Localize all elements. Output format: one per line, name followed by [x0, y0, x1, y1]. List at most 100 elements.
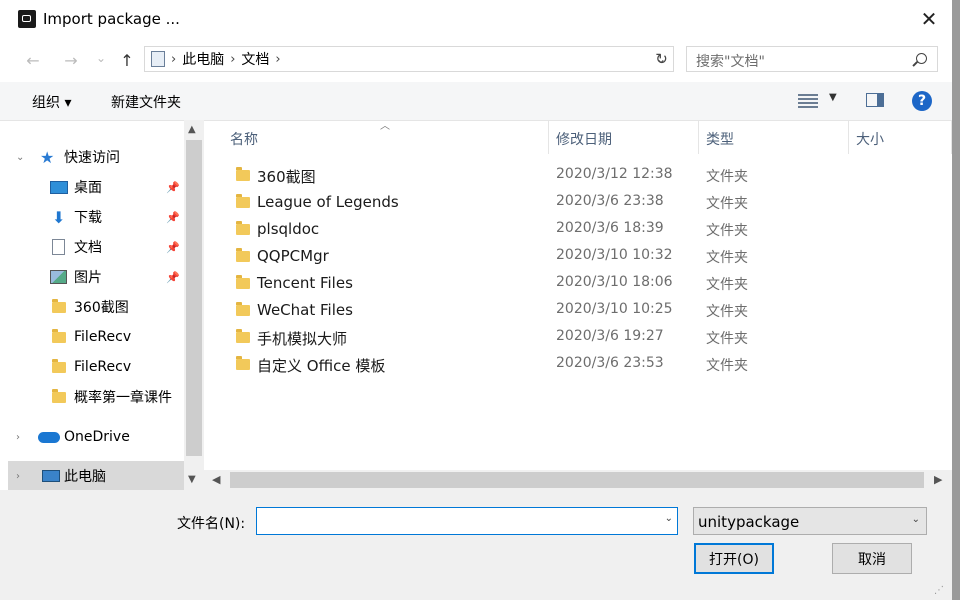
file-type: 文件夹: [706, 304, 748, 320]
folder-icon: [52, 299, 66, 313]
preview-pane-icon[interactable]: [866, 93, 884, 107]
title-bar: Import package ... ✕: [0, 0, 952, 38]
folder-icon: [236, 356, 250, 370]
cloud-icon: [38, 431, 60, 443]
new-folder-button[interactable]: 新建文件夹: [111, 92, 181, 112]
file-date: 2020/3/10 18:06: [556, 274, 673, 290]
search-input[interactable]: 搜索"文档": [686, 46, 938, 72]
sidebar-item-onedrive[interactable]: › OneDrive: [8, 422, 184, 452]
sidebar-item-desktop[interactable]: 桌面 📌: [8, 172, 184, 202]
column-header-type[interactable]: 类型: [699, 120, 849, 154]
sidebar-item-label: FileRecv: [74, 359, 132, 375]
file-list: ︿ 名称 修改日期 类型 大小 360截图 2020/3/12 12:38 文件…: [204, 120, 952, 470]
column-header-date[interactable]: 修改日期: [549, 120, 699, 154]
sidebar-item-downloads[interactable]: ⬇ 下载 📌: [8, 202, 184, 232]
column-header-name[interactable]: ︿ 名称: [204, 120, 549, 154]
chevron-right-icon: ›: [171, 51, 177, 67]
pin-icon: 📌: [166, 210, 180, 224]
scroll-left-icon[interactable]: ◀: [212, 473, 220, 486]
sidebar-item-pictures[interactable]: 图片 📌: [8, 262, 184, 292]
sidebar-scrollbar[interactable]: ▲ ▼: [184, 120, 204, 490]
picture-icon: [50, 270, 67, 284]
up-arrow-icon[interactable]: ↑: [114, 48, 140, 72]
filetype-select[interactable]: unitypackage ⌄: [693, 507, 927, 535]
address-bar[interactable]: › 此电脑 › 文档 › ⌄: [144, 46, 674, 72]
chevron-down-icon[interactable]: ⌄: [912, 514, 920, 525]
table-row[interactable]: plsqldoc 2020/3/6 18:39 文件夹: [226, 216, 926, 243]
breadcrumb-documents[interactable]: 文档: [241, 49, 269, 69]
sidebar-item-360-screenshots[interactable]: 360截图: [8, 292, 184, 322]
folder-icon: [236, 194, 250, 208]
chevron-down-icon[interactable]: ⌄: [16, 152, 24, 163]
sidebar-item-quick-access[interactable]: ⌄ ★ 快速访问: [8, 142, 184, 172]
chevron-right-icon[interactable]: ›: [16, 432, 20, 443]
scroll-up-icon[interactable]: ▲: [188, 124, 196, 135]
recent-locations-icon[interactable]: ⌄: [88, 46, 114, 70]
scrollbar-thumb[interactable]: [186, 140, 202, 456]
star-icon: ★: [40, 147, 55, 167]
organize-button[interactable]: 组织 ▾: [32, 92, 71, 112]
pin-icon: 📌: [166, 180, 180, 194]
open-button[interactable]: 打开(O): [694, 543, 774, 574]
sidebar-item-filerecv-2[interactable]: FileRecv: [8, 352, 184, 382]
sidebar-item-label: 快速访问: [64, 150, 120, 166]
file-date: 2020/3/6 23:53: [556, 355, 664, 371]
folder-icon: [236, 221, 250, 235]
filename-input[interactable]: ⌄: [256, 507, 678, 535]
table-row[interactable]: QQPCMgr 2020/3/10 10:32 文件夹: [226, 243, 926, 270]
back-arrow-icon[interactable]: ←: [20, 48, 46, 72]
sidebar-item-this-pc[interactable]: › 此电脑: [8, 461, 184, 490]
scroll-down-icon[interactable]: ▼: [188, 474, 196, 485]
view-options-icon[interactable]: [798, 94, 818, 108]
dialog-footer: 文件名(N): ⌄ unitypackage ⌄ 打开(O) 取消 ⋰: [0, 490, 952, 600]
sidebar-item-label: 360截图: [74, 300, 129, 316]
sidebar-item-filerecv[interactable]: FileRecv: [8, 322, 184, 352]
file-name: 360截图: [257, 168, 316, 186]
sidebar-item-documents[interactable]: 文档 📌: [8, 232, 184, 262]
help-icon[interactable]: ?: [912, 91, 932, 111]
folder-icon: [236, 248, 250, 262]
sidebar-item-label: 图片: [74, 270, 102, 286]
table-row[interactable]: WeChat Files 2020/3/10 10:25 文件夹: [226, 297, 926, 324]
background-window: [952, 0, 960, 600]
table-row[interactable]: 自定义 Office 模板 2020/3/6 23:53 文件夹: [226, 351, 926, 378]
table-row[interactable]: Tencent Files 2020/3/10 18:06 文件夹: [226, 270, 926, 297]
horizontal-scrollbar[interactable]: ◀ ▶: [204, 470, 952, 490]
table-row[interactable]: 手机模拟大师 2020/3/6 19:27 文件夹: [226, 324, 926, 351]
refresh-button[interactable]: ↻: [650, 46, 674, 72]
breadcrumb-this-pc[interactable]: 此电脑: [182, 49, 224, 69]
file-date: 2020/3/12 12:38: [556, 166, 673, 182]
file-type: 文件夹: [706, 277, 748, 293]
column-header-size[interactable]: 大小: [849, 120, 952, 154]
resize-grip-icon[interactable]: ⋰: [934, 585, 944, 596]
file-type: 文件夹: [706, 196, 748, 212]
file-name: League of Legends: [257, 193, 399, 211]
view-dropdown-icon[interactable]: ▼: [829, 92, 837, 103]
search-placeholder: 搜索"文档": [696, 54, 765, 70]
chevron-down-icon[interactable]: ⌄: [665, 513, 673, 524]
filetype-value: unitypackage: [698, 513, 800, 531]
sidebar-item-courseware[interactable]: 概率第一章课件: [8, 382, 184, 412]
table-row[interactable]: 360截图 2020/3/12 12:38 文件夹: [226, 162, 926, 189]
file-type: 文件夹: [706, 358, 748, 374]
file-type: 文件夹: [706, 169, 748, 185]
forward-arrow-icon[interactable]: →: [58, 48, 84, 72]
cancel-button[interactable]: 取消: [832, 543, 912, 574]
table-row[interactable]: League of Legends 2020/3/6 23:38 文件夹: [226, 189, 926, 216]
file-name: QQPCMgr: [257, 247, 329, 265]
computer-icon: [42, 470, 60, 482]
folder-icon: [52, 359, 66, 373]
sidebar-item-label: OneDrive: [64, 429, 130, 445]
scroll-right-icon[interactable]: ▶: [934, 473, 942, 486]
unity-app-icon: [18, 10, 36, 28]
file-date: 2020/3/10 10:32: [556, 247, 673, 263]
chevron-right-icon[interactable]: ›: [16, 471, 20, 482]
window-title: Import package ...: [43, 10, 180, 28]
pin-icon: 📌: [166, 270, 180, 284]
close-button[interactable]: ✕: [906, 0, 952, 38]
file-type: 文件夹: [706, 223, 748, 239]
download-icon: ⬇: [52, 207, 66, 227]
file-date: 2020/3/6 18:39: [556, 220, 664, 236]
scrollbar-thumb[interactable]: [230, 472, 924, 488]
sidebar-item-label: 此电脑: [64, 469, 106, 485]
